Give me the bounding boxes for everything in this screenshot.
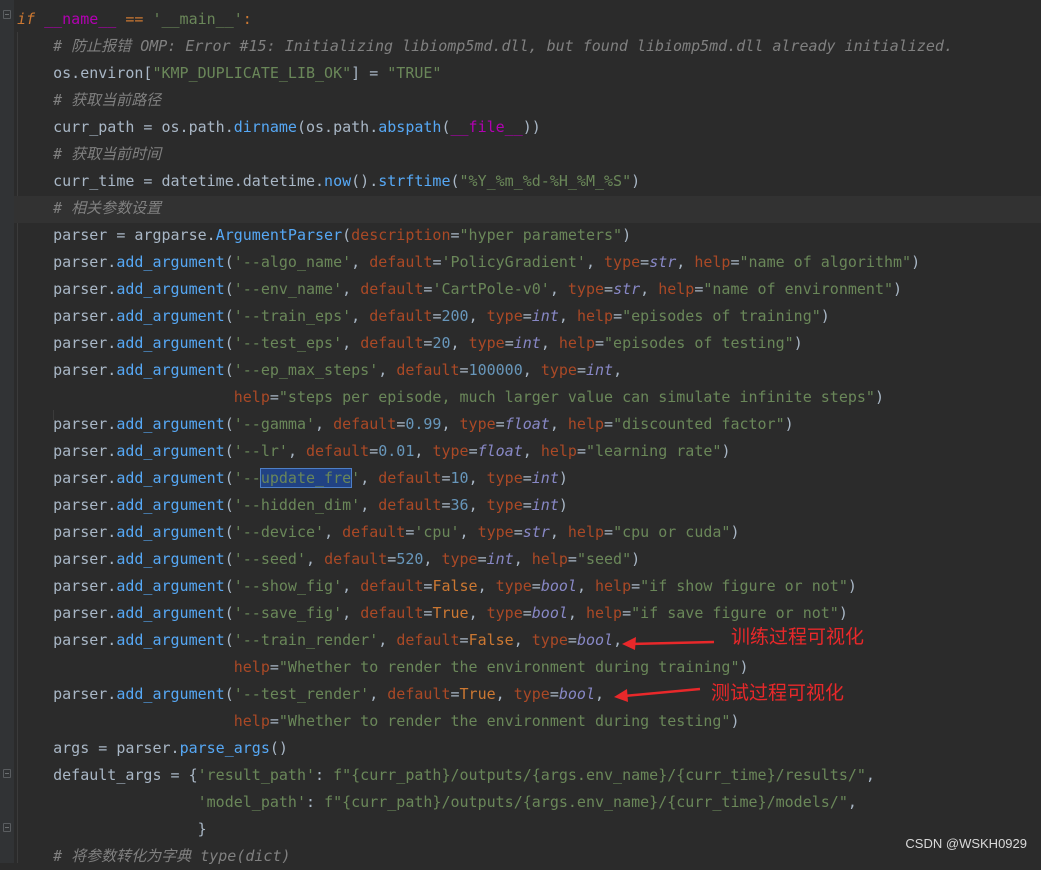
code-text: } [17, 820, 207, 838]
code-text: args = parser.parse_args() [17, 739, 288, 757]
code-text: parser.add_argument('--gamma', default=0… [17, 415, 794, 433]
code-text: help="steps per episode, much larger val… [233, 388, 884, 406]
code-text: # 获取当前路径 [17, 91, 162, 109]
code-line-11[interactable]: parser.add_argument('--env_name', defaul… [17, 276, 902, 303]
code-line-19[interactable]: parser.add_argument('--hidden_dim', defa… [17, 492, 568, 519]
code-line-8[interactable]: # 相关参数设置 [17, 195, 161, 222]
code-text: curr_time = datetime.datetime.now().strf… [17, 172, 641, 190]
code-text: parser.add_argument('--train_eps', defau… [17, 307, 830, 325]
current-line-highlight [14, 196, 1041, 223]
code-line-9[interactable]: parser = argparse.ArgumentParser(descrip… [17, 222, 631, 249]
code-line-15[interactable]: help="steps per episode, much larger val… [17, 384, 884, 411]
code-line-31[interactable]: } [17, 816, 207, 843]
code-line-29[interactable]: default_args = {'result_path': f"{curr_p… [17, 762, 875, 789]
code-text: if __name__ == '__main__': [17, 10, 252, 28]
code-line-32[interactable]: # 将参数转化为字典 type(dict) [17, 843, 291, 870]
code-line-10[interactable]: parser.add_argument('--algo_name', defau… [17, 249, 920, 276]
code-text: curr_path = os.path.dirname(os.path.absp… [17, 118, 541, 136]
code-text: # 将参数转化为字典 type(dict) [17, 847, 291, 865]
code-text: parser.add_argument('--ep_max_steps', de… [17, 361, 623, 379]
code-line-30[interactable]: 'model_path': f"{curr_path}/outputs/{arg… [17, 789, 857, 816]
annotation-test-render: 测试过程可视化 [711, 682, 845, 704]
code-line-27[interactable]: help="Whether to render the environment … [17, 708, 740, 735]
watermark: CSDN @WSKH0929 [905, 836, 1027, 851]
code-line-20[interactable]: parser.add_argument('--device', default=… [17, 519, 740, 546]
annotation-arrow-icon [622, 637, 715, 650]
fold-marker-icon[interactable] [3, 10, 11, 19]
code-line-6[interactable]: # 获取当前时间 [17, 141, 161, 168]
code-text: parser.add_argument('--lr', default=0.01… [17, 442, 731, 460]
code-line-12[interactable]: parser.add_argument('--train_eps', defau… [17, 303, 830, 330]
code-line-13[interactable]: parser.add_argument('--test_eps', defaul… [17, 330, 803, 357]
fold-marker-icon[interactable] [3, 823, 11, 832]
code-text: parser.add_argument('--env_name', defaul… [17, 280, 903, 298]
code-text: parser.add_argument('--algo_name', defau… [17, 253, 921, 271]
code-line-28[interactable]: args = parser.parse_args() [17, 735, 288, 762]
code-line-17[interactable]: parser.add_argument('--lr', default=0.01… [17, 438, 730, 465]
code-text: help="Whether to render the environment … [233, 658, 749, 676]
code-text: parser.add_argument('--device', default=… [17, 523, 740, 541]
code-line-7[interactable]: curr_time = datetime.datetime.now().strf… [17, 168, 640, 195]
code-text: help="Whether to render the environment … [233, 712, 740, 730]
code-line-5[interactable]: curr_path = os.path.dirname(os.path.absp… [17, 114, 541, 141]
fold-marker-icon[interactable] [3, 769, 11, 778]
code-line-26[interactable]: parser.add_argument('--test_render', def… [17, 681, 604, 708]
code-text: parser.add_argument('--save_fig', defaul… [17, 604, 848, 622]
code-text: os.environ["KMP_DUPLICATE_LIB_OK"] = "TR… [17, 64, 442, 82]
code-text: parser = argparse.ArgumentParser(descrip… [17, 226, 632, 244]
code-text: parser.add_argument('--update_fre', defa… [17, 468, 568, 488]
code-text: default_args = {'result_path': f"{curr_p… [17, 766, 875, 784]
code-text: parser.add_argument('--test_render', def… [17, 685, 605, 703]
code-text: parser.add_argument('--hidden_dim', defa… [17, 496, 568, 514]
code-text: # 相关参数设置 [17, 199, 162, 217]
code-line-14[interactable]: parser.add_argument('--ep_max_steps', de… [17, 357, 622, 384]
code-line-18[interactable]: parser.add_argument('--update_fre', defa… [17, 465, 568, 492]
code-line-23[interactable]: parser.add_argument('--save_fig', defaul… [17, 600, 848, 627]
code-line-4[interactable]: # 获取当前路径 [17, 87, 161, 114]
annotation-train-render: 训练过程可视化 [731, 626, 865, 648]
code-line-16[interactable]: parser.add_argument('--gamma', default=0… [17, 411, 794, 438]
code-editor[interactable]: if __name__ == '__main__': # 防止报错 OMP: E… [0, 0, 1041, 865]
code-line-2[interactable]: # 防止报错 OMP: Error #15: Initializing libi… [17, 33, 953, 60]
code-text: # 获取当前时间 [17, 145, 162, 163]
annotation-arrow-icon [614, 687, 701, 702]
code-text: parser.add_argument('--test_eps', defaul… [17, 334, 803, 352]
code-text: 'model_path': f"{curr_path}/outputs/{arg… [197, 793, 857, 811]
code-text: parser.add_argument('--show_fig', defaul… [17, 577, 857, 595]
code-line-22[interactable]: parser.add_argument('--show_fig', defaul… [17, 573, 857, 600]
code-line-1[interactable]: if __name__ == '__main__': [17, 6, 252, 33]
code-text: # 防止报错 OMP: Error #15: Initializing libi… [17, 37, 953, 55]
code-line-21[interactable]: parser.add_argument('--seed', default=52… [17, 546, 640, 573]
code-line-24[interactable]: parser.add_argument('--train_render', de… [17, 627, 622, 654]
code-line-3[interactable]: os.environ["KMP_DUPLICATE_LIB_OK"] = "TR… [17, 60, 441, 87]
code-text: parser.add_argument('--seed', default=52… [17, 550, 641, 568]
code-text: parser.add_argument('--train_render', de… [17, 631, 623, 649]
code-line-25[interactable]: help="Whether to render the environment … [17, 654, 749, 681]
editor-gutter [0, 0, 14, 863]
